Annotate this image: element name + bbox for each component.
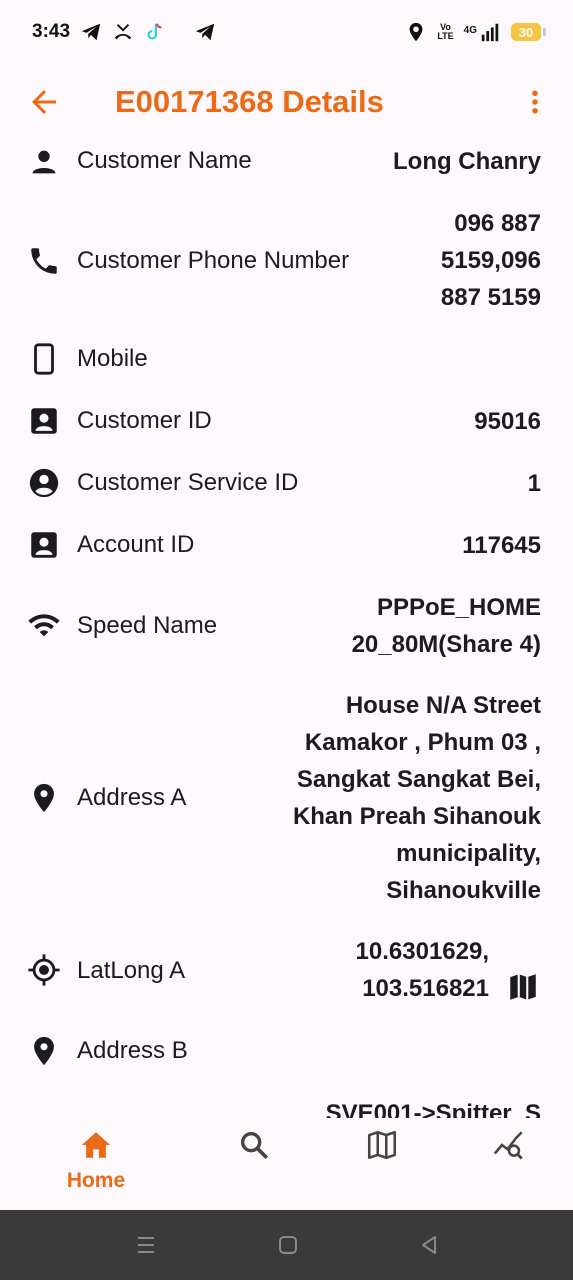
detail-label: Customer Name xyxy=(77,147,252,174)
detail-label: Customer Service ID xyxy=(77,469,299,496)
location-pin-icon xyxy=(34,783,54,813)
detail-row-account-id: Account ID 117645 xyxy=(0,524,573,568)
home-button-icon[interactable] xyxy=(276,1233,300,1257)
detail-row-customer-id: Customer ID 95016 xyxy=(0,400,573,444)
detail-label: Customer ID xyxy=(77,407,212,434)
nav-analytics[interactable] xyxy=(464,1128,554,1167)
detail-label: Address A xyxy=(77,784,187,811)
query-stats-icon xyxy=(493,1131,523,1160)
detail-row-customer-service-id: Customer Service ID 1 xyxy=(0,462,573,506)
account-box-icon xyxy=(31,532,57,558)
detail-row-address-b: Address B xyxy=(0,1030,573,1074)
page-title: E00171368 Details xyxy=(115,84,384,119)
detail-label: Mobile xyxy=(77,345,148,372)
detail-label: LatLong A xyxy=(77,957,186,984)
nav-map[interactable] xyxy=(337,1128,427,1167)
app-bar: E00171368 Details xyxy=(0,70,573,134)
status-left: 3:43 xyxy=(32,21,216,43)
search-icon xyxy=(240,1131,269,1160)
volte-indicator: Vo LTE xyxy=(437,23,453,41)
detail-value: House N/A Street Kamakor , Phum 03 , San… xyxy=(292,692,541,904)
nav-home-label: Home xyxy=(66,1169,126,1192)
system-navigation-bar xyxy=(0,1210,573,1280)
detail-row-address-a: Address A House N/A Street Kamakor , Phu… xyxy=(0,686,573,910)
map-icon xyxy=(367,1130,397,1160)
network-type: 4G xyxy=(463,25,477,36)
person-icon xyxy=(32,150,56,174)
detail-value: 117645 xyxy=(462,532,541,559)
mobile-icon xyxy=(34,343,54,375)
screen: 3:43 Vo LTE 4G 30 E00171368 Details Cust… xyxy=(0,0,573,1280)
detail-value: 10.6301629, 103.516821 xyxy=(355,938,489,1002)
volte-bottom: LTE xyxy=(437,31,454,41)
bottom-navigation: Home xyxy=(0,1118,573,1210)
detail-label: Speed Name xyxy=(77,612,218,639)
battery-indicator: 30 xyxy=(511,23,546,41)
back-button-icon[interactable] xyxy=(417,1233,441,1257)
gps-icon xyxy=(28,954,60,986)
missed-call-icon xyxy=(114,24,132,40)
detail-value: 1 xyxy=(527,470,541,497)
detail-label: Customer Phone Number xyxy=(77,247,350,274)
detail-value: SVE001->Spitter_S xyxy=(325,1100,541,1118)
detail-value: 096 887 5159,096 887 5159 xyxy=(440,210,541,311)
detail-row-mobile: Mobile xyxy=(0,338,573,382)
tiktok-icon xyxy=(147,23,162,40)
nav-search[interactable] xyxy=(209,1128,299,1167)
status-time: 3:43 xyxy=(32,21,71,42)
wifi-icon xyxy=(28,614,60,637)
status-right: Vo LTE 4G 30 xyxy=(405,21,546,43)
telegram-icon xyxy=(195,23,215,41)
detail-label: Account ID xyxy=(77,531,195,558)
detail-row-speed-name: Speed Name PPPoE_HOME 20_80M(Share 4) xyxy=(0,588,573,666)
detail-row-partial: SVE001->Spitter_S xyxy=(0,1092,573,1118)
account-circle-icon xyxy=(29,468,59,498)
detail-value: Long Chanry xyxy=(393,148,541,175)
recents-icon[interactable] xyxy=(134,1233,158,1257)
back-arrow-icon[interactable] xyxy=(26,84,62,120)
detail-label: Address B xyxy=(77,1037,188,1064)
account-box-icon xyxy=(31,408,57,434)
detail-row-customer-name: Customer Name Long Chanry xyxy=(0,140,573,184)
map-icon[interactable] xyxy=(506,970,540,1004)
detail-row-phone: Customer Phone Number 096 887 5159,096 8… xyxy=(0,204,573,318)
location-icon xyxy=(409,22,423,42)
details-list: Customer Name Long Chanry Customer Phone… xyxy=(0,140,573,1118)
nav-home[interactable]: Home xyxy=(51,1128,141,1193)
detail-row-latlong-a: LatLong A 10.6301629, 103.516821 xyxy=(0,932,573,1010)
home-icon xyxy=(81,1132,111,1158)
location-pin-icon xyxy=(34,1036,54,1066)
detail-value: 95016 xyxy=(474,408,541,435)
more-options-icon[interactable] xyxy=(520,84,550,120)
signal-icon xyxy=(481,23,499,42)
telegram-icon xyxy=(81,23,101,41)
phone-icon xyxy=(31,248,57,274)
status-bar: 3:43 Vo LTE 4G 30 xyxy=(0,0,573,64)
detail-value: PPPoE_HOME 20_80M(Share 4) xyxy=(351,594,541,658)
